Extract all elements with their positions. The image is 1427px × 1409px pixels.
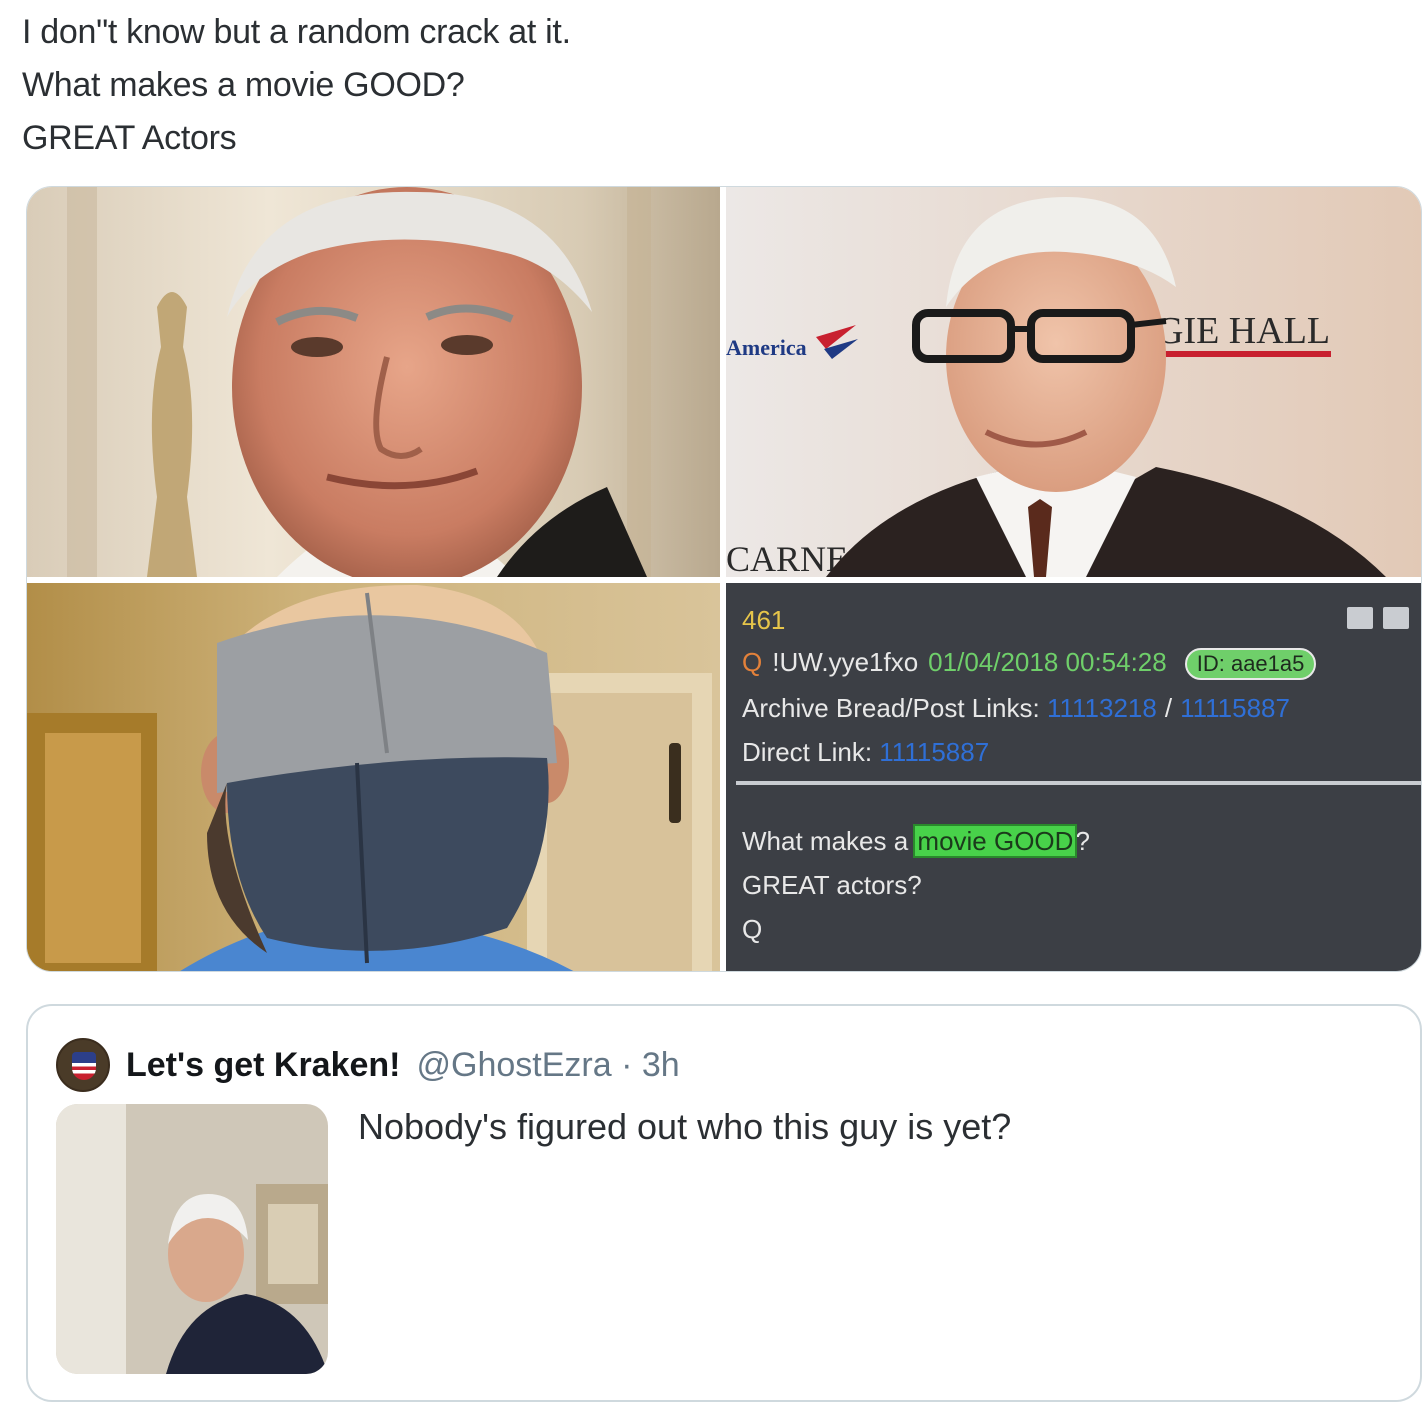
photo-masked-selfie-image: [27, 583, 720, 971]
tweet-text-line-3: GREAT Actors: [22, 119, 237, 157]
flag-shield-icon: [72, 1052, 96, 1080]
qpost-toolbar: [1347, 607, 1409, 629]
media-grid: America GIE HALL CARNE 461 Q !UW.yye1fxo…: [26, 186, 1422, 972]
photo-event-glasses[interactable]: America GIE HALL CARNE: [726, 187, 1421, 577]
qpost-body-suffix: ?: [1075, 826, 1090, 856]
qpost-body-line-2: GREAT actors?: [742, 870, 922, 900]
qpost-archive-label: Archive Bread/Post Links:: [742, 693, 1040, 723]
qpost-archive-separator: /: [1164, 693, 1173, 723]
qpost-id-badge: ID: aae1a5: [1184, 648, 1317, 680]
qpost-tripcode: !UW.yye1fxo: [772, 647, 919, 677]
qpost-body-prefix: What makes a: [742, 826, 916, 856]
quoted-display-name[interactable]: Let's get Kraken!: [126, 1046, 401, 1085]
tweet-text-line-1: I don"t know but a random crack at it.: [22, 13, 571, 51]
qpost-archive-link-1[interactable]: 11113218: [1047, 693, 1157, 723]
tweet-text: I don"t know but a random crack at it. W…: [22, 6, 1402, 165]
photo-event-glasses-image: America GIE HALL CARNE: [726, 187, 1421, 577]
qpost-highlight: movie GOOD: [913, 824, 1078, 858]
quoted-tweet-text: Nobody's figured out who this guy is yet…: [358, 1106, 1012, 1147]
avatar[interactable]: [56, 1038, 110, 1092]
photo-portrait-closeup[interactable]: [27, 187, 720, 577]
qpost-body-line-1: What makes a movie GOOD?: [742, 819, 1090, 863]
qpost-number: 461: [742, 605, 786, 635]
vr-icon[interactable]: [1383, 607, 1409, 629]
qpost-datetime: 01/04/2018 00:54:28: [928, 647, 1167, 677]
quoted-tweet[interactable]: Let's get Kraken! @GhostEzra · 3h Nobody…: [26, 1004, 1422, 1402]
qpost-direct-link[interactable]: 11115887: [879, 737, 989, 767]
qpost-body-line-3: Q: [742, 914, 763, 944]
quoted-tweet-header: Let's get Kraken! @GhostEzra · 3h: [56, 1038, 680, 1092]
qpost-screenshot[interactable]: 461 Q !UW.yye1fxo 01/04/2018 00:54:28 ID: a…: [726, 583, 1421, 971]
qpost-archive-link-2[interactable]: 11115887: [1180, 693, 1290, 723]
qpost-body: What makes a movie GOOD? GREAT actors? Q: [742, 819, 1090, 951]
sign-america: America: [726, 335, 807, 360]
copy-icon[interactable]: [1347, 607, 1373, 629]
photo-masked-selfie[interactable]: [27, 583, 720, 971]
qpost-card: 461 Q !UW.yye1fxo 01/04/2018 00:54:28 ID: a…: [726, 583, 1421, 971]
quoted-tweet-thumbnail[interactable]: [56, 1104, 328, 1374]
quoted-handle-time: @GhostEzra · 3h: [416, 1045, 680, 1084]
qpost-direct-row: Direct Link: 11115887: [742, 737, 989, 768]
tweet-text-line-2: What makes a movie GOOD?: [22, 66, 465, 104]
photo-portrait-closeup-image: [27, 187, 720, 577]
sign-hall: GIE HALL: [1156, 310, 1330, 352]
qpost-divider: [736, 781, 1421, 785]
qpost-archive-row: Archive Bread/Post Links: 11113218/11115…: [742, 693, 1290, 724]
qpost-meta: Q !UW.yye1fxo 01/04/2018 00:54:28 ID: aae1a…: [742, 647, 1317, 680]
sign-carne: CARNE: [726, 539, 848, 577]
quoted-thumbnail-image: [56, 1104, 328, 1374]
qpost-q-label: Q: [742, 647, 763, 677]
qpost-direct-label: Direct Link:: [742, 737, 873, 767]
